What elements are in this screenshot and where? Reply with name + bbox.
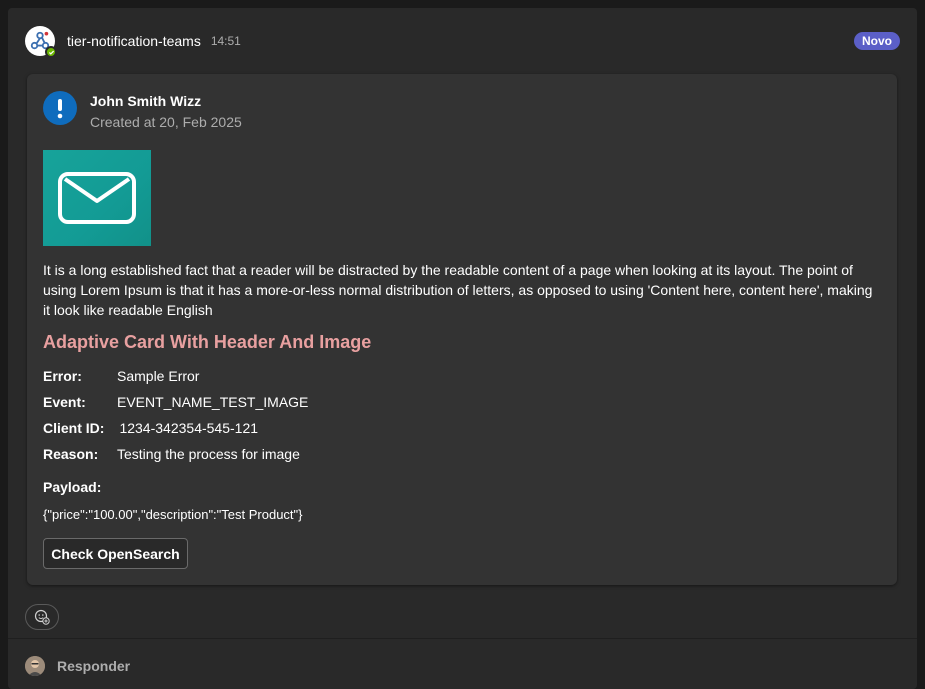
fact-key: Client ID:	[43, 420, 105, 436]
bot-avatar[interactable]	[25, 26, 57, 58]
card-image	[43, 150, 151, 246]
check-opensearch-button[interactable]: Check OpenSearch	[43, 538, 188, 569]
fact-row: Reason: Testing the process for image	[43, 446, 308, 472]
card-created-date: Created at 20, Feb 2025	[90, 114, 242, 130]
avatar	[25, 656, 45, 676]
fact-value: Sample Error	[117, 368, 200, 384]
add-reaction-icon	[34, 609, 50, 625]
fact-value: EVENT_NAME_TEST_IMAGE	[117, 394, 309, 410]
card-header: John Smith Wizz Created at 20, Feb 2025	[43, 91, 242, 130]
add-reaction-button[interactable]	[25, 604, 59, 630]
card-title: Adaptive Card With Header And Image	[43, 332, 372, 352]
fact-row: Error: Sample Error	[43, 368, 308, 394]
fact-key: Reason:	[43, 446, 99, 462]
divider	[8, 638, 917, 639]
fact-set: Error: Sample Error Event: EVENT_NAME_TE…	[43, 368, 308, 472]
payload-label: Payload:	[43, 479, 102, 495]
reply-button[interactable]: Responder	[25, 656, 130, 676]
fact-value: Testing the process for image	[117, 446, 300, 462]
fact-value: 1234-342354-545-121	[119, 420, 259, 436]
card-body-text: It is a long established fact that a rea…	[43, 262, 873, 318]
new-badge: Novo	[854, 32, 900, 50]
fact-key: Error:	[43, 368, 82, 384]
reply-label: Responder	[57, 658, 131, 674]
message-header: tier-notification-teams 14:51 Novo	[25, 26, 900, 58]
message-timestamp: 14:51	[210, 34, 241, 48]
adaptive-card: John Smith Wizz Created at 20, Feb 2025 …	[27, 74, 897, 585]
fact-row: Client ID: 1234-342354-545-121	[43, 420, 308, 446]
message-container: tier-notification-teams 14:51 Novo John …	[8, 8, 917, 689]
fact-row: Event: EVENT_NAME_TEST_IMAGE	[43, 394, 308, 420]
fact-key: Event:	[43, 394, 86, 410]
envelope-icon	[58, 172, 136, 224]
card-author: John Smith Wizz	[90, 93, 202, 109]
alert-exclamation-icon	[43, 91, 77, 125]
payload-value: {"price":"100.00","description":"Test Pr…	[43, 507, 303, 522]
sender-name[interactable]: tier-notification-teams	[67, 33, 201, 49]
online-status-icon	[45, 46, 57, 58]
